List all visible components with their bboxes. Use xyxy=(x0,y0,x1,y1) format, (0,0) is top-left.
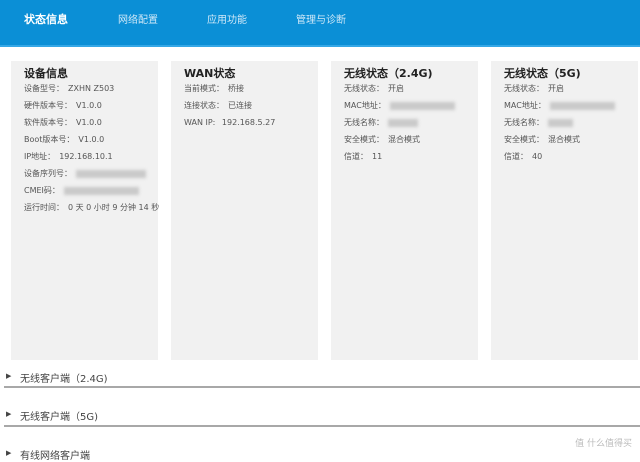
info-value: 192.168.10.1 xyxy=(59,152,113,161)
info-value: 混合模式 xyxy=(388,135,420,144)
info-label: CMEI码： xyxy=(24,186,60,195)
info-label: 连接状态： xyxy=(184,101,224,110)
device-info-card: 设备信息设备型号： ZXHN Z503 硬件版本号： V1.0.0 软件版本号： V1.0… xyxy=(11,61,160,360)
info-label: MAC地址： xyxy=(504,101,546,110)
watermark: 值 什么值得买 xyxy=(575,439,632,449)
redacted-value xyxy=(76,169,146,178)
info-label: 安全模式： xyxy=(344,135,384,144)
info-label: 当前模式： xyxy=(184,84,224,93)
info-row: 安全模式： 混合模式 xyxy=(504,134,638,151)
info-value: 开启 xyxy=(388,84,404,93)
info-label: 无线名称： xyxy=(344,118,384,127)
info-row: MAC地址： xyxy=(504,100,638,117)
info-value: 桥接 xyxy=(228,84,244,93)
redacted-value xyxy=(389,101,455,110)
info-value: 40 xyxy=(532,152,543,161)
redacted-value xyxy=(388,118,418,127)
info-row: MAC地址： xyxy=(344,100,478,117)
info-label: 设备型号： xyxy=(24,84,64,93)
divider xyxy=(4,425,640,427)
info-label: MAC地址： xyxy=(344,101,386,110)
info-label: 硬件版本号： xyxy=(24,101,72,110)
nav-app-functions[interactable]: 应用功能 xyxy=(207,11,247,26)
card-title: 无线状态（5G) xyxy=(504,67,581,80)
wan-status-card: WAN状态当前模式： 桥接 连接状态： 已连接 WAN IP: 192.168.5.27 xyxy=(171,61,318,360)
info-label: 软件版本号： xyxy=(24,118,72,127)
info-row: 信道： 11 xyxy=(344,151,478,168)
info-row: 无线名称： xyxy=(504,117,638,134)
section-label: 无线客户端（5G) xyxy=(20,412,99,423)
info-row: IP地址： 192.168.10.1 xyxy=(24,151,158,168)
info-value: 混合模式 xyxy=(548,135,580,144)
info-row: WAN IP: 192.168.5.27 xyxy=(184,117,318,134)
info-row: 安全模式： 混合模式 xyxy=(344,134,478,151)
info-label: WAN IP: xyxy=(184,118,218,127)
redacted-value xyxy=(63,186,139,195)
info-value: V1.0.0 xyxy=(76,118,102,127)
info-value: 0 天 0 小时 9 分钟 14 秒 xyxy=(68,203,160,212)
divider xyxy=(4,386,640,388)
section-label: 有线网络客户端 xyxy=(20,451,90,462)
redacted-value xyxy=(549,101,615,110)
info-value: 192.168.5.27 xyxy=(221,118,276,127)
info-value: ZXHN Z503 xyxy=(68,84,115,93)
info-label: 运行时间： xyxy=(24,203,64,212)
info-row: 连接状态： 已连接 xyxy=(184,100,318,117)
info-row: 当前模式： 桥接 xyxy=(184,83,318,100)
info-row: 运行时间： 0 天 0 小时 9 分钟 14 秒 xyxy=(24,202,160,219)
info-row: 无线名称： xyxy=(344,117,478,134)
info-value: V1.0.0 xyxy=(76,101,102,110)
info-label: IP地址： xyxy=(24,152,56,161)
expand-triangle-icon[interactable]: ▶ xyxy=(6,372,11,380)
info-row: 软件版本号： V1.0.0 xyxy=(24,117,158,134)
info-label: 无线名称： xyxy=(504,118,544,127)
info-row: Boot版本号： V1.0.0 xyxy=(24,134,158,151)
info-row: 设备序列号： xyxy=(24,168,158,185)
card-title: WAN状态 xyxy=(184,67,236,80)
info-label: 安全模式： xyxy=(504,135,544,144)
nav-network-config[interactable]: 网络配置 xyxy=(118,11,158,26)
expand-triangle-icon[interactable]: ▶ xyxy=(6,410,11,418)
info-row: 无线状态： 开启 xyxy=(344,83,478,100)
wifi-24g-card: 无线状态（2.4G) 无线状态： 开启 MAC地址： 无线名称： 安全模式： 混合模式信道：… xyxy=(331,61,478,360)
info-row: 硬件版本号： V1.0.0 xyxy=(24,100,158,117)
top-nav-bar: 状态信息 网络配置 应用功能 管理与诊断 xyxy=(0,0,640,47)
section-label: 无线客户端（2.4G) xyxy=(20,374,108,385)
redacted-value xyxy=(548,118,573,127)
info-row: 设备型号： ZXHN Z503 xyxy=(24,83,158,100)
info-label: 信道： xyxy=(344,152,368,161)
info-value: 开启 xyxy=(548,84,564,93)
info-row: 无线状态： 开启 xyxy=(504,83,638,100)
card-title: 无线状态（2.4G) xyxy=(344,67,433,80)
wifi-5g-card: 无线状态（5G) 无线状态： 开启 MAC地址： 无线名称： 安全模式： 混合模式信道： 40 xyxy=(491,61,638,360)
info-row: 信道： 40 xyxy=(504,151,638,168)
info-label: Boot版本号： xyxy=(24,135,75,144)
nav-management-diagnostics[interactable]: 管理与诊断 xyxy=(296,11,346,26)
info-row: CMEI码： xyxy=(24,185,158,202)
info-value: 已连接 xyxy=(228,101,252,110)
card-title: 设备信息 xyxy=(24,67,68,80)
info-value: 11 xyxy=(372,152,383,161)
info-label: 无线状态： xyxy=(504,84,544,93)
info-label: 设备序列号： xyxy=(24,169,72,178)
info-label: 信道： xyxy=(504,152,528,161)
nav-status-info[interactable]: 状态信息 xyxy=(24,11,68,27)
info-value: V1.0.0 xyxy=(78,135,105,144)
info-label: 无线状态： xyxy=(344,84,384,93)
